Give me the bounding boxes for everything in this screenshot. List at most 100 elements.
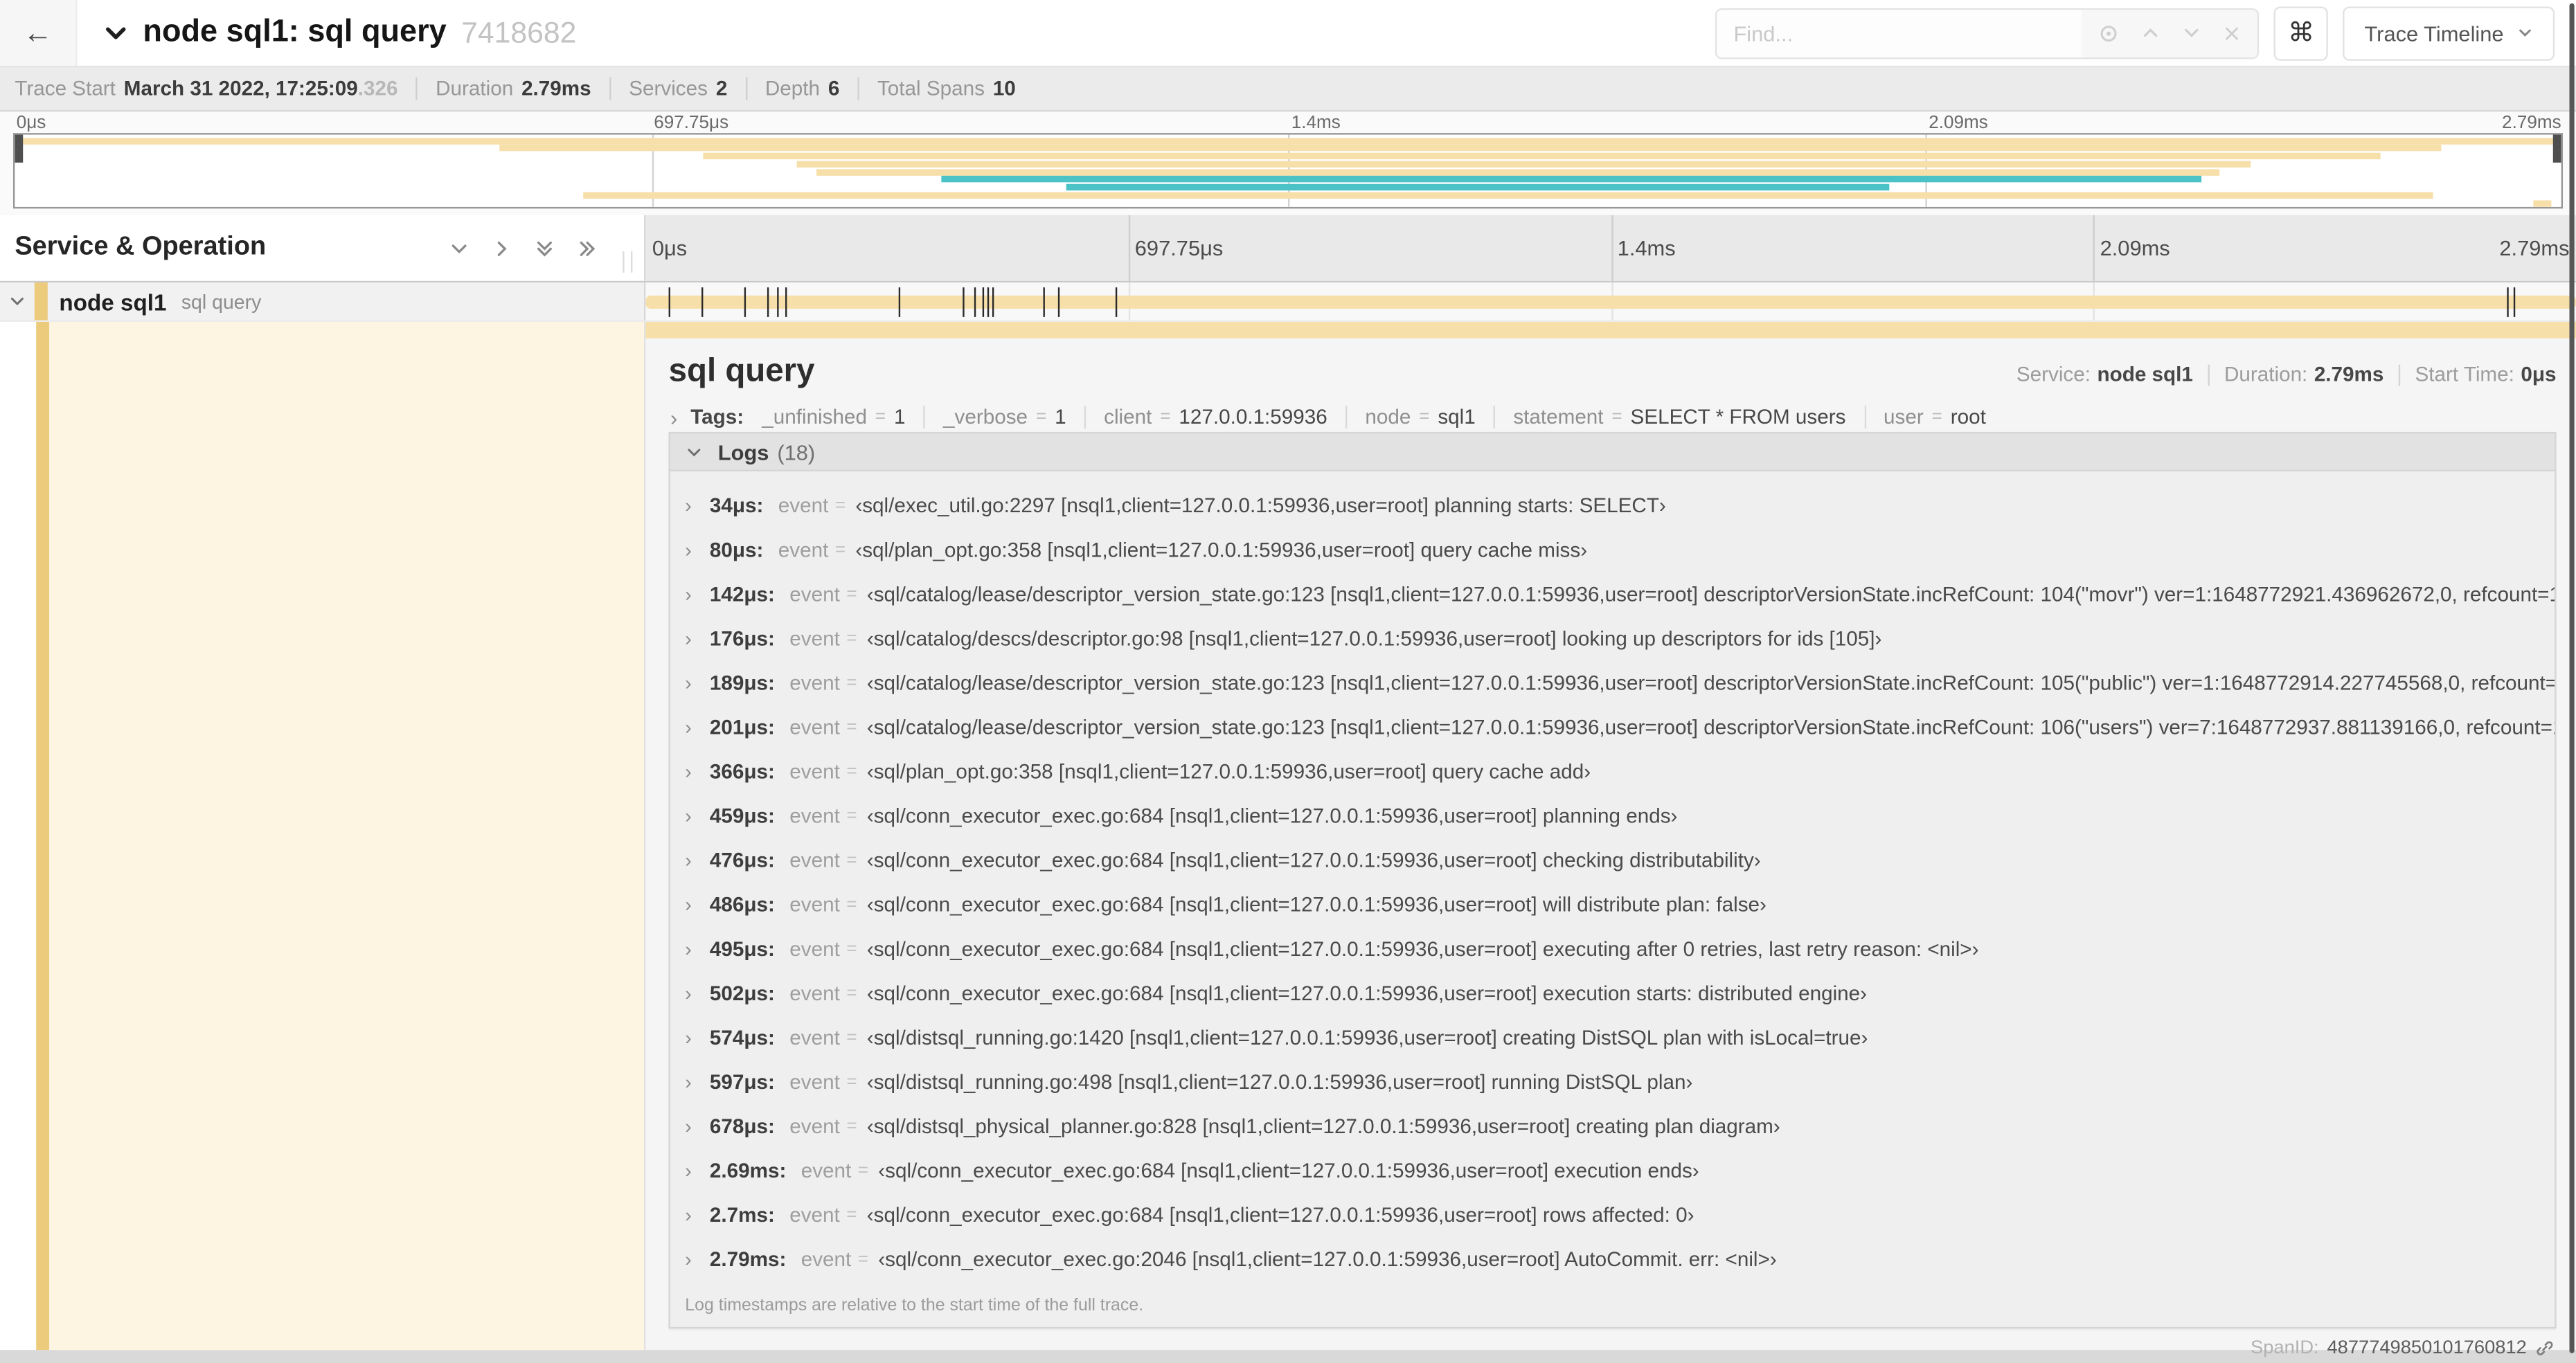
span-duration-bar[interactable] [645, 296, 2576, 309]
log-event-tick [1114, 287, 1117, 317]
span-tag[interactable]: _unfinished = 1 [762, 406, 905, 428]
find-group [1715, 7, 2260, 59]
find-match-icon[interactable] [2098, 22, 2120, 44]
tag-separator [1084, 405, 1086, 429]
log-entry-row[interactable]: › 574μs: event = ‹sql/distsql_running.go:142… [670, 1015, 2555, 1059]
page-header: ← node sql1: sql query 7418682 Find... ⌘… [0, 0, 2576, 68]
log-entry-row[interactable]: › 34μs: event = ‹sql/exec_util.go:2297 [nsql… [670, 483, 2555, 527]
collapse-all-icon[interactable] [534, 237, 555, 259]
minimap-canvas[interactable] [12, 133, 2564, 209]
page-title: node sql1: sql query [143, 15, 447, 50]
duration-meta: Duration: 2.79ms [2224, 363, 2384, 386]
log-entry-row[interactable]: › 2.79ms: event = ‹sql/conn_executor_exec.go… [670, 1236, 2555, 1281]
minimap-span-bar [582, 192, 2434, 199]
span-tag[interactable]: client = 127.0.0.1:59936 [1104, 406, 1327, 428]
collapse-children-chevron-icon[interactable] [0, 292, 35, 310]
tags-row[interactable]: › Tags: _unfinished = 1 _verbose = 1 client = 12… [645, 402, 2576, 430]
span-tag[interactable]: _verbose = 1 [943, 406, 1066, 428]
ruler-gridline [1611, 215, 1613, 281]
prev-result-icon[interactable] [2141, 23, 2161, 42]
equals-sign: = [846, 1116, 857, 1136]
log-entry-row[interactable]: › 495μs: event = ‹sql/conn_executor_exec.go:… [670, 926, 2555, 971]
chevron-right-icon: › [685, 537, 692, 561]
log-entry-row[interactable]: › 2.69ms: event = ‹sql/conn_executor_exec.go… [670, 1148, 2555, 1192]
span-name-cell[interactable]: node sql1 sql query [0, 282, 646, 321]
log-field-key: event [789, 1025, 840, 1049]
duration-stat: Duration 2.79ms [436, 77, 591, 100]
minimap-left-scrubber[interactable] [15, 134, 24, 163]
equals-sign: = [1419, 407, 1430, 427]
log-field-value: ‹sql/plan_opt.go:358 [nsql1,client=127.0… [866, 759, 1591, 783]
log-entry-row[interactable]: › 486μs: event = ‹sql/conn_executor_exec.go:… [670, 882, 2555, 926]
log-field-key: event [789, 1114, 840, 1137]
column-resize-grip[interactable] [623, 251, 633, 273]
back-button[interactable]: ← [0, 0, 78, 66]
log-field-value: ‹sql/catalog/descs/descriptor.go:98 [nsq… [866, 626, 1882, 650]
clear-find-icon[interactable] [2223, 24, 2241, 42]
log-entry-row[interactable]: › 142μs: event = ‹sql/catalog/lease/descript… [670, 572, 2555, 616]
log-field-key: event [789, 715, 840, 739]
services-stat: Services 2 [629, 77, 728, 100]
log-field-key: event [789, 1069, 840, 1093]
span-color-strip [645, 322, 2576, 339]
log-entry-row[interactable]: › 678μs: event = ‹sql/distsql_physical_plann… [670, 1103, 2555, 1148]
span-timeline-cell[interactable] [645, 282, 2576, 321]
minimap-right-scrubber[interactable] [2552, 134, 2561, 163]
minimap-span-bar [15, 137, 2561, 144]
log-entry-row[interactable]: › 502μs: event = ‹sql/conn_executor_exec.go:… [670, 971, 2555, 1015]
chevron-right-icon: › [685, 626, 692, 650]
deep-link-icon[interactable] [2535, 1339, 2555, 1358]
log-event-tick [1058, 287, 1061, 317]
chevron-right-icon: › [685, 1025, 692, 1049]
view-selector-button[interactable]: Trace Timeline [2343, 6, 2555, 60]
next-result-icon[interactable] [2182, 23, 2201, 42]
span-tag[interactable]: node = sql1 [1365, 406, 1475, 428]
tags-list: _unfinished = 1 _verbose = 1 client = 127.0.0.1:… [762, 405, 1986, 429]
log-entry-row[interactable]: › 459μs: event = ‹sql/conn_executor_exec.go:… [670, 793, 2555, 838]
detail-left-column [0, 322, 646, 1351]
collapse-one-icon[interactable] [449, 237, 470, 259]
log-field-value: ‹sql/distsql_running.go:498 [nsql1,clien… [866, 1069, 1693, 1093]
expand-one-icon[interactable] [491, 237, 512, 259]
log-field-key: event [789, 804, 840, 827]
log-entry-row[interactable]: › 476μs: event = ‹sql/conn_executor_exec.go:… [670, 838, 2555, 882]
equals-sign: = [846, 894, 857, 914]
expand-all-icon[interactable] [577, 237, 598, 259]
tags-label: Tags: [690, 405, 744, 429]
log-entry-row[interactable]: › 597μs: event = ‹sql/distsql_running.go:498… [670, 1059, 2555, 1103]
span-tag[interactable]: statement = SELECT * FROM users [1513, 406, 1845, 428]
log-entry-row[interactable]: › 189μs: event = ‹sql/catalog/lease/descript… [670, 660, 2555, 705]
log-entry-row[interactable]: › 80μs: event = ‹sql/plan_opt.go:358 [nsql1,… [670, 527, 2555, 572]
log-entry-row[interactable]: › 2.7ms: event = ‹sql/conn_executor_exec.go:… [670, 1192, 2555, 1236]
log-entry-row[interactable]: › 366μs: event = ‹sql/plan_opt.go:358 [nsql1… [670, 749, 2555, 793]
trace-minimap[interactable]: 0μs 697.75μs 1.4ms 2.09ms 2.79ms [0, 111, 2576, 215]
log-event-tick [2514, 287, 2516, 317]
span-row[interactable]: node sql1 sql query [0, 282, 2576, 323]
equals-sign: = [834, 495, 846, 515]
log-field-key: event [789, 937, 840, 960]
log-event-tick [899, 287, 901, 317]
log-field-key: event [778, 493, 829, 517]
page-scrollbar[interactable] [2569, 3, 2575, 1353]
minimap-tick-label: 2.79ms [2502, 113, 2561, 134]
trace-summary-bar: Trace Start March 31 2022, 17:25:09.326 D… [0, 67, 2576, 112]
find-input[interactable] [1717, 9, 2082, 57]
equals-sign: = [846, 849, 857, 870]
log-entry-row[interactable]: › 176μs: event = ‹sql/catalog/descs/descript… [670, 616, 2555, 660]
log-entry-row[interactable]: › 201μs: event = ‹sql/catalog/lease/descript… [670, 705, 2555, 749]
log-field-key: event [800, 1247, 852, 1271]
ruler-gridline [2093, 215, 2095, 281]
log-field-key: event [789, 981, 840, 1004]
ruler-tick-label: 0μs [652, 235, 688, 261]
keyboard-shortcuts-button[interactable]: ⌘ [2273, 6, 2329, 60]
chevron-right-icon: › [685, 715, 692, 739]
chevron-right-icon: › [685, 1158, 692, 1182]
log-field-value: ‹sql/exec_util.go:2297 [nsql1,client=127… [855, 493, 1666, 517]
equals-sign: = [857, 1249, 869, 1269]
log-timestamp: 678μs: [709, 1114, 775, 1137]
collapse-trace-chevron-icon[interactable] [103, 21, 128, 46]
log-event-tick [981, 287, 984, 317]
span-tag[interactable]: user = root [1884, 406, 1986, 428]
logs-header[interactable]: Logs (18) [670, 433, 2555, 471]
tag-key: _unfinished [762, 405, 867, 429]
